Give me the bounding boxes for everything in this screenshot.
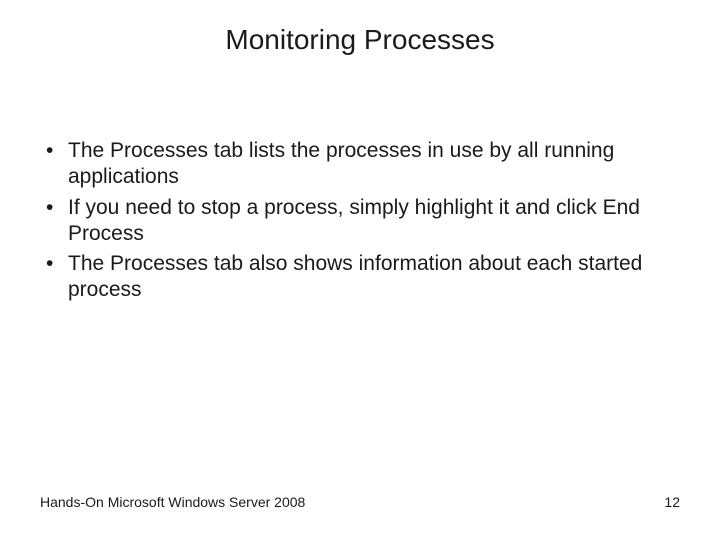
- bullet-list: The Processes tab lists the processes in…: [40, 138, 680, 304]
- slide-title: Monitoring Processes: [0, 24, 720, 56]
- bullet-text: The Processes tab lists the processes in…: [68, 139, 614, 188]
- bullet-item: The Processes tab also shows information…: [40, 251, 680, 304]
- bullet-text: If you need to stop a process, simply hi…: [68, 196, 640, 245]
- bullet-item: The Processes tab lists the processes in…: [40, 138, 680, 191]
- page-number: 12: [664, 494, 680, 510]
- footer-source: Hands-On Microsoft Windows Server 2008: [40, 494, 305, 510]
- slide: Monitoring Processes The Processes tab l…: [0, 0, 720, 540]
- bullet-item: If you need to stop a process, simply hi…: [40, 195, 680, 248]
- bullet-text: The Processes tab also shows information…: [68, 252, 642, 301]
- slide-body: The Processes tab lists the processes in…: [40, 138, 680, 308]
